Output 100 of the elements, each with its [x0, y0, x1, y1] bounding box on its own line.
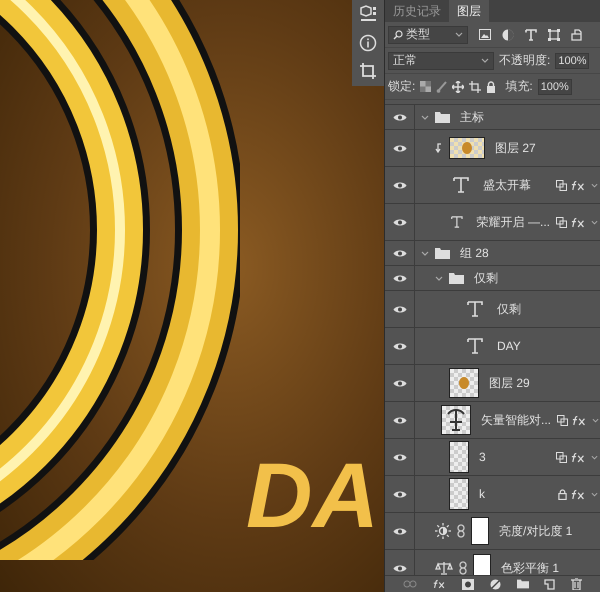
- folder-icon: [449, 272, 464, 284]
- search-icon: [393, 30, 403, 40]
- eye-icon[interactable]: [392, 248, 406, 258]
- blend-mode-dropdown[interactable]: 正常: [388, 52, 494, 70]
- type-filter-icon[interactable]: [525, 28, 537, 40]
- fill-label: 填充:: [505, 78, 533, 95]
- folder-icon: [435, 248, 450, 258]
- layer-row[interactable]: 亮度/对比度 1: [385, 513, 600, 550]
- text-layer-icon: [450, 214, 463, 230]
- layer-name: 图层 27: [495, 140, 536, 156]
- eye-icon[interactable]: [392, 564, 406, 572]
- folder-icon[interactable]: [516, 579, 529, 589]
- folder-icon: [435, 112, 450, 122]
- sun-icon: [435, 523, 451, 539]
- text-layer-icon: [453, 177, 469, 193]
- eye-icon[interactable]: [392, 180, 406, 190]
- image-filter-icon[interactable]: [479, 29, 491, 40]
- adjustment-icon[interactable]: [490, 578, 501, 590]
- eye-icon[interactable]: [392, 416, 406, 424]
- chevron-down-icon[interactable]: [591, 492, 598, 496]
- layer-name: 矢量智能对...: [481, 412, 552, 428]
- eye-icon[interactable]: [392, 274, 406, 282]
- layer-thumbnail: [449, 478, 469, 510]
- eye-icon[interactable]: [392, 144, 406, 152]
- layer-row[interactable]: 图层 27: [385, 130, 600, 167]
- eye-icon[interactable]: [392, 342, 406, 350]
- chevron-down-icon[interactable]: [421, 250, 429, 256]
- text-layer-icon: [467, 338, 483, 354]
- chevron-down-icon: [455, 32, 463, 37]
- layer-thumbnail: [449, 368, 479, 398]
- layer-row[interactable]: 组 28: [385, 241, 600, 266]
- new-layer-icon[interactable]: [544, 578, 556, 590]
- chevron-down-icon[interactable]: [591, 220, 598, 224]
- layer-name: 仅剩: [497, 300, 521, 318]
- layer-mask-thumbnail: [473, 554, 491, 575]
- layer-row[interactable]: 盛太开幕: [385, 167, 600, 204]
- chevron-down-icon[interactable]: [591, 454, 598, 460]
- layer-name: 组 28: [460, 244, 489, 262]
- layer-name: 荣耀开启 —...: [476, 214, 550, 230]
- layer-name: 亮度/对比度 1: [499, 522, 572, 540]
- layer-name: 盛太开幕: [483, 176, 531, 194]
- effects-icon[interactable]: [571, 216, 587, 228]
- layer-thumbnail: [449, 441, 469, 473]
- layer-row[interactable]: 图层 29: [385, 365, 600, 402]
- effects-icon[interactable]: [571, 488, 587, 500]
- eye-icon[interactable]: [392, 218, 406, 226]
- trash-icon[interactable]: [571, 578, 582, 590]
- layer-row[interactable]: 主标: [385, 105, 600, 130]
- layer-row[interactable]: DAY: [385, 328, 600, 365]
- smart-object-filter-icon[interactable]: [571, 28, 582, 40]
- layer-row[interactable]: 3: [385, 439, 600, 476]
- filter-dropdown[interactable]: 类型: [388, 26, 468, 44]
- layer-row[interactable]: k: [385, 476, 600, 513]
- layer-row[interactable]: 仅剩: [385, 291, 600, 328]
- checker-lock-icon[interactable]: [420, 81, 432, 92]
- link-icon[interactable]: [459, 561, 467, 575]
- cube-icon[interactable]: [358, 4, 378, 24]
- layer-row[interactable]: 仅剩: [385, 266, 600, 291]
- shape-filter-icon[interactable]: [548, 28, 560, 40]
- brush-lock-icon[interactable]: [436, 80, 448, 92]
- eye-icon[interactable]: [392, 490, 406, 498]
- chevron-down-icon[interactable]: [592, 418, 600, 422]
- link-icon[interactable]: [457, 524, 465, 538]
- lock-label: 锁定:: [388, 78, 416, 95]
- chevron-down-icon[interactable]: [591, 182, 598, 188]
- smart-object-icon: [556, 216, 567, 228]
- adjustment-filter-icon[interactable]: [502, 28, 514, 40]
- layer-name: 色彩平衡 1: [501, 560, 560, 575]
- artboard-lock-icon[interactable]: [469, 80, 482, 92]
- eye-icon[interactable]: [392, 304, 406, 314]
- fill-field[interactable]: 100%: [538, 78, 572, 94]
- smart-object-icon: [556, 180, 567, 190]
- panel-tab[interactable]: 图层: [449, 0, 489, 22]
- layer-thumbnail: [449, 137, 485, 159]
- chevron-down-icon[interactable]: [421, 114, 429, 120]
- scales-icon: [435, 561, 453, 575]
- eye-icon[interactable]: [392, 112, 406, 122]
- layer-mask-thumbnail: [471, 517, 489, 545]
- layer-name: DAY: [497, 339, 521, 353]
- smart-object-icon: [556, 452, 567, 462]
- layer-row[interactable]: 矢量智能对...: [385, 402, 600, 439]
- mask-icon[interactable]: [462, 578, 474, 590]
- info-icon[interactable]: [359, 34, 377, 52]
- lock-icon[interactable]: [486, 80, 496, 92]
- layer-name: 主标: [460, 108, 484, 126]
- effects-icon[interactable]: [571, 180, 587, 190]
- text-layer-icon: [467, 301, 483, 317]
- eye-icon[interactable]: [392, 378, 406, 388]
- layer-row[interactable]: 荣耀开启 —...: [385, 204, 600, 241]
- layer-thumbnail: [441, 405, 471, 435]
- opacity-field[interactable]: 100%: [555, 52, 590, 68]
- effects-icon[interactable]: [571, 452, 587, 462]
- effects-icon[interactable]: [432, 579, 447, 589]
- layer-name: k: [479, 487, 485, 501]
- crop-icon[interactable]: [359, 62, 377, 80]
- eye-icon[interactable]: [392, 526, 406, 536]
- opacity-label: 不透明度:: [499, 52, 550, 69]
- move-lock-icon[interactable]: [452, 80, 464, 92]
- chevron-down-icon[interactable]: [435, 276, 443, 280]
- eye-icon[interactable]: [392, 452, 406, 462]
